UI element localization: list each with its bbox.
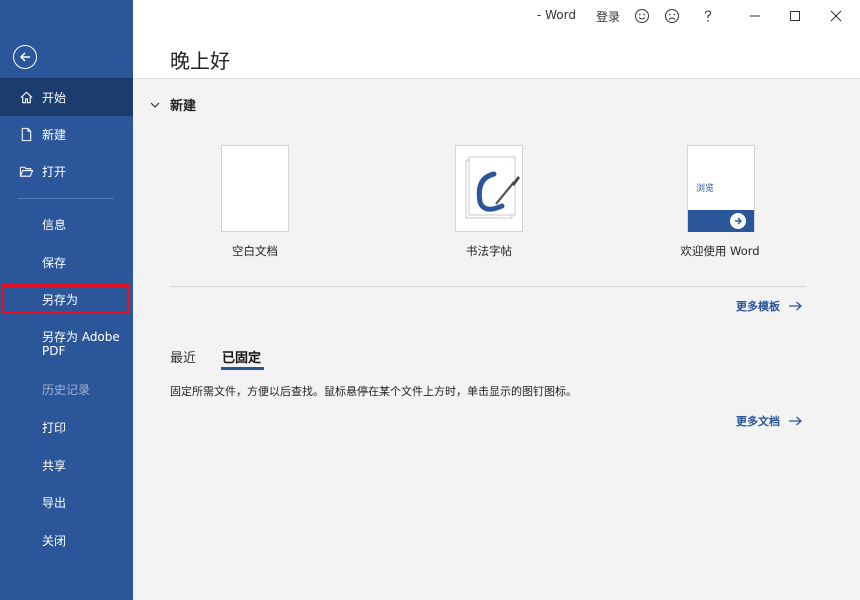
arrow-right-icon [789, 301, 802, 311]
sidebar-item-label: 保存 [42, 255, 67, 270]
sidebar-item-home[interactable]: 开始 [0, 78, 133, 116]
arrow-right-icon [789, 416, 802, 426]
help-icon[interactable] [699, 7, 717, 25]
greeting-band: 晚上好 [133, 30, 860, 79]
calligraphy-brush-icon [465, 156, 520, 219]
more-templates-link[interactable]: 更多模板 [736, 298, 802, 314]
sidebar-item-export[interactable]: 导出 [0, 483, 133, 521]
sidebar-item-label: 另存为 [42, 292, 79, 307]
sidebar-item-label: 关闭 [42, 533, 67, 548]
template-welcome-word[interactable]: 浏览 [687, 145, 755, 232]
app-title: - Word [537, 8, 576, 22]
sidebar-item-info[interactable]: 信息 [0, 205, 133, 243]
sidebar-item-save-as[interactable]: 另存为 [1, 284, 130, 314]
frown-feedback-icon[interactable] [663, 7, 681, 25]
section-divider [170, 286, 806, 287]
sidebar-item-label: 历史记录 [42, 382, 91, 397]
smile-feedback-icon[interactable] [633, 7, 651, 25]
back-arrow-icon [19, 52, 30, 62]
more-templates-label: 更多模板 [736, 300, 780, 313]
title-bar: - Word 登录 [133, 0, 860, 30]
template-calligraphy[interactable] [455, 145, 523, 232]
new-document-icon [18, 126, 34, 142]
home-icon [18, 89, 34, 105]
sidebar-item-label: 开始 [42, 90, 67, 105]
greeting-title: 晚上好 [170, 49, 230, 73]
sidebar-item-save[interactable]: 保存 [0, 243, 133, 281]
template-thumb-text: 浏览 [696, 184, 715, 194]
maximize-icon[interactable] [786, 7, 804, 25]
tab-selected-indicator [221, 367, 264, 370]
more-documents-link[interactable]: 更多文档 [736, 413, 802, 429]
template-label: 欢迎使用 Word [680, 244, 760, 258]
sign-in-link[interactable]: 登录 [596, 8, 620, 25]
arrow-right-icon [730, 213, 746, 229]
sidebar-item-print[interactable]: 打印 [0, 408, 133, 446]
folder-open-icon [18, 163, 34, 179]
template-blank-document[interactable] [221, 145, 289, 232]
minimize-icon[interactable] [746, 7, 764, 25]
close-icon[interactable] [827, 7, 845, 25]
new-section-title: 新建 [170, 99, 197, 114]
sidebar-item-label: 信息 [42, 217, 67, 232]
new-section-toggle[interactable]: 新建 [150, 95, 196, 114]
template-label: 书法字帖 [466, 244, 512, 258]
template-label: 空白文档 [232, 244, 278, 258]
tab-recent[interactable]: 最近 [170, 347, 196, 366]
sidebar-item-label: 共享 [42, 458, 67, 473]
sidebar-item-label: 打印 [42, 420, 67, 435]
chevron-down-icon [150, 102, 160, 108]
backstage-sidebar: 开始 新建 打开 信息 保存 另存为 另存为 Adobe PDF 历史记录 打印… [0, 0, 133, 600]
sidebar-item-share[interactable]: 共享 [0, 446, 133, 484]
sidebar-item-label: 打开 [42, 164, 67, 179]
sidebar-item-save-as-adobe-pdf[interactable]: 另存为 Adobe PDF [0, 330, 133, 374]
sidebar-item-new[interactable]: 新建 [0, 115, 133, 153]
pinned-hint-text: 固定所需文件，方便以后查找。鼠标悬停在某个文件上方时，单击显示的图钉图标。 [170, 385, 577, 398]
sidebar-divider [18, 198, 114, 199]
sidebar-item-close[interactable]: 关闭 [0, 521, 133, 559]
tab-pinned[interactable]: 已固定 [222, 347, 261, 366]
sidebar-item-open[interactable]: 打开 [0, 152, 133, 190]
sidebar-item-label: 导出 [42, 495, 67, 510]
sidebar-item-label: 新建 [42, 127, 67, 142]
sidebar-item-history: 历史记录 [0, 370, 133, 408]
more-documents-label: 更多文档 [736, 415, 780, 428]
sidebar-item-label: 另存为 Adobe PDF [42, 330, 120, 358]
back-button[interactable] [13, 45, 37, 69]
